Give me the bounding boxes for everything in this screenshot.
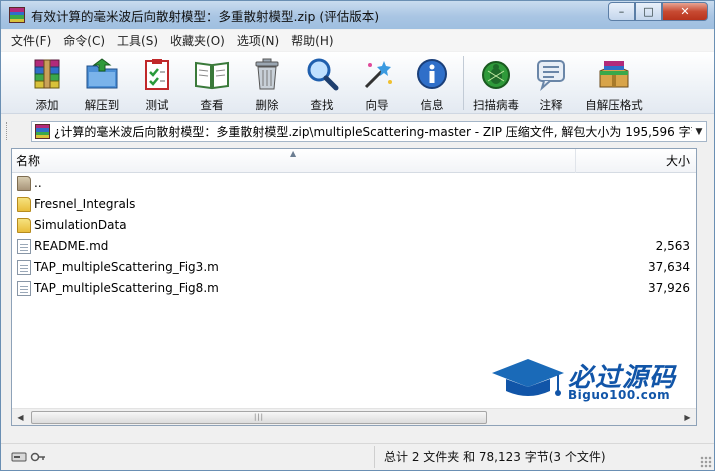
file-icon [17, 260, 31, 275]
list-item[interactable]: Fresnel_Integrals [12, 194, 696, 215]
address-field[interactable]: ¿计算的毫米波后向散射模型：多重散射模型.zip\multipleScatter… [31, 121, 707, 142]
menu-favorites[interactable]: 收藏夹(O) [164, 32, 231, 49]
key-icon[interactable] [30, 450, 46, 464]
watermark-url: Biguo100.com [568, 388, 671, 402]
find-icon [304, 56, 340, 92]
scan-virus-button[interactable]: 扫描病毒 [473, 52, 519, 113]
menu-help[interactable]: 帮助(H) [285, 32, 339, 49]
item-name: TAP_multipleScattering_Fig8.m [34, 281, 219, 295]
comment-icon [533, 56, 569, 92]
drive-icon[interactable] [11, 450, 27, 464]
add-button[interactable]: 添加 [25, 52, 69, 113]
wizard-button[interactable]: 向导 [355, 52, 399, 113]
delete-button[interactable]: 删除 [245, 52, 289, 113]
toolbar: 添加 解压到 测试 查看 删除 查找 向导 信息 扫描病毒 注释 自解压格式 [1, 52, 714, 114]
status-summary: 总计 2 文件夹 和 78,123 字节(3 个文件) [384, 450, 606, 464]
folder-icon [17, 218, 31, 233]
list-item[interactable]: TAP_multipleScattering_Fig3.m 37,634 [12, 257, 696, 278]
info-button[interactable]: 信息 [410, 52, 454, 113]
wizard-icon [359, 56, 395, 92]
add-label: 添加 [35, 98, 59, 112]
horizontal-scrollbar[interactable]: ◀ ||| ▶ [12, 408, 696, 425]
scan-virus-label: 扫描病毒 [473, 98, 519, 112]
menu-bar: 文件(F) 命令(C) 工具(S) 收藏夹(O) 选项(N) 帮助(H) [1, 30, 714, 51]
chevron-down-icon[interactable]: ▼ [692, 127, 706, 137]
item-name: SimulationData [34, 218, 127, 232]
address-grip[interactable] [6, 122, 10, 140]
wizard-label: 向导 [365, 98, 389, 112]
winrar-app-icon[interactable] [9, 7, 25, 23]
item-name: README.md [34, 239, 109, 253]
sfx-label: 自解压格式 [585, 98, 643, 112]
extract-to-icon [84, 56, 120, 92]
list-item[interactable]: .. [12, 173, 696, 194]
close-button[interactable]: ✕ [662, 2, 708, 21]
comment-button[interactable]: 注释 [529, 52, 573, 113]
status-bar: 总计 2 文件夹 和 78,123 字节(3 个文件) [1, 443, 714, 470]
extract-to-label: 解压到 [84, 98, 120, 112]
menu-options[interactable]: 选项(N) [231, 32, 285, 49]
file-icon [17, 239, 31, 254]
sfx-button[interactable]: 自解压格式 [584, 52, 644, 113]
item-name: Fresnel_Integrals [34, 197, 136, 211]
list-item[interactable]: SimulationData [12, 215, 696, 236]
item-size: 37,926 [648, 281, 690, 295]
find-label: 查找 [310, 98, 334, 112]
menu-commands[interactable]: 命令(C) [57, 32, 111, 49]
maximize-button[interactable]: □ [635, 2, 662, 21]
column-header-size[interactable]: 大小 [577, 149, 696, 173]
scan-virus-icon [478, 56, 514, 92]
item-size: 37,634 [648, 260, 690, 274]
menu-tools[interactable]: 工具(S) [111, 32, 164, 49]
item-name: .. [34, 176, 42, 190]
sort-ascending-icon: ▲ [290, 149, 297, 158]
winrar-window: 有效计算的毫米波后向散射模型：多重散射模型.zip (评估版本) – □ ✕ 文… [0, 0, 715, 471]
extract-to-button[interactable]: 解压到 [80, 52, 124, 113]
sfx-icon [596, 56, 632, 92]
view-button[interactable]: 查看 [190, 52, 234, 113]
info-label: 信息 [420, 98, 444, 112]
view-icon [194, 56, 230, 92]
find-button[interactable]: 查找 [300, 52, 344, 113]
window-title: 有效计算的毫米波后向散射模型：多重散射模型.zip (评估版本) [31, 8, 380, 24]
scroll-left-icon[interactable]: ◀ [12, 409, 29, 426]
minimize-button[interactable]: – [608, 2, 635, 21]
delete-label: 删除 [255, 98, 279, 112]
toolbar-separator [463, 56, 464, 110]
title-bar: 有效计算的毫米波后向散射模型：多重散射模型.zip (评估版本) – □ ✕ [1, 1, 714, 29]
test-button[interactable]: 测试 [135, 52, 179, 113]
item-size: 2,563 [655, 239, 690, 253]
list-item[interactable]: TAP_multipleScattering_Fig8.m 37,926 [12, 278, 696, 299]
folder-icon [17, 197, 31, 212]
list-body: .. Fresnel_Integrals SimulationData READ… [12, 173, 696, 299]
delete-icon [249, 56, 285, 92]
scroll-track[interactable]: ||| [29, 410, 679, 425]
resize-grip[interactable] [700, 456, 712, 468]
comment-label: 注释 [539, 98, 563, 112]
list-item[interactable]: README.md 2,563 [12, 236, 696, 257]
info-icon [414, 56, 450, 92]
archive-icon [35, 124, 50, 139]
test-icon [139, 56, 175, 92]
window-controls: – □ ✕ [608, 2, 708, 21]
status-icons [1, 446, 375, 468]
file-list: 名称 ▲ 大小 .. Fresnel_Integrals SimulationD… [11, 148, 697, 426]
scroll-right-icon[interactable]: ▶ [679, 409, 696, 426]
address-path: ¿计算的毫米波后向散射模型：多重散射模型.zip\multipleScatter… [54, 125, 692, 139]
file-icon [17, 281, 31, 296]
parent-folder-icon [17, 176, 31, 191]
graduation-cap-icon [492, 359, 564, 396]
menu-file[interactable]: 文件(F) [5, 32, 57, 49]
address-bar: ¿计算的毫米波后向散射模型：多重散射模型.zip\multipleScatter… [1, 118, 714, 144]
add-archive-icon [29, 56, 65, 92]
scroll-thumb[interactable]: ||| [31, 410, 487, 424]
watermark: 必过源码 Biguo100.com [488, 355, 688, 405]
view-label: 查看 [200, 98, 224, 112]
list-header: 名称 ▲ 大小 [12, 149, 696, 173]
test-label: 测试 [145, 98, 169, 112]
item-name: TAP_multipleScattering_Fig3.m [34, 260, 219, 274]
